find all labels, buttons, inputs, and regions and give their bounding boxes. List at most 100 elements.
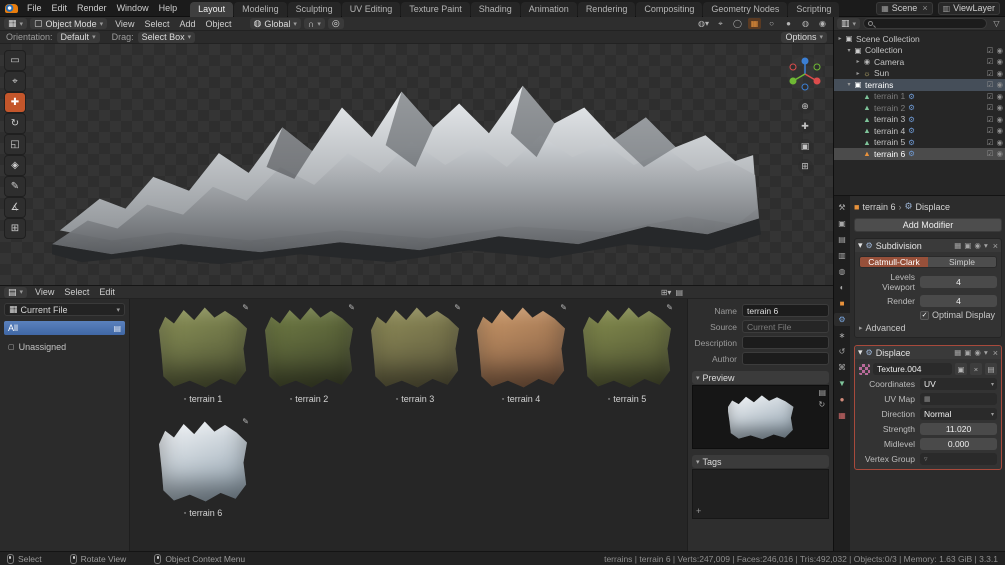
optimal-display-checkbox[interactable]: ✓ xyxy=(920,311,929,320)
new-texture-icon[interactable]: ▣ xyxy=(955,363,967,375)
outliner-row-camera[interactable]: ▸ ◉ Camera ☑◉ xyxy=(834,56,1005,68)
simple-button[interactable]: Simple xyxy=(928,257,996,267)
filter-icon[interactable]: ▤ xyxy=(675,288,683,297)
blender-logo-icon[interactable] xyxy=(5,4,18,13)
viewlayer-selector[interactable]: ▥ ViewLayer xyxy=(938,2,1000,15)
collapse-icon[interactable]: ▾ xyxy=(858,240,863,251)
workspace-tab-scripting[interactable]: Scripting xyxy=(788,2,839,17)
workspace-tab-rendering[interactable]: Rendering xyxy=(578,2,636,17)
modifier-wrench-icon[interactable]: ⚙ xyxy=(908,115,915,124)
modifier-wrench-icon[interactable]: ⚙ xyxy=(908,126,915,135)
render-visibility-icon[interactable]: ◉ xyxy=(996,69,1003,78)
tool-scale[interactable]: ◱ xyxy=(5,135,25,154)
workspace-tab-modeling[interactable]: Modeling xyxy=(234,2,287,17)
properties-tab-material[interactable]: ● xyxy=(834,393,850,406)
workspace-tab-texture-paint[interactable]: Texture Paint xyxy=(401,2,470,17)
close-icon[interactable]: × xyxy=(993,241,998,251)
properties-tab-scene[interactable]: ◍ xyxy=(834,265,850,278)
modifier-wrench-icon[interactable]: ⚙ xyxy=(908,138,915,147)
visibility-dropdown-icon[interactable]: ◍▾ xyxy=(697,18,710,29)
levels-viewport-field[interactable]: 4 xyxy=(920,276,997,288)
displace-header[interactable]: ▾ ⚙ Displace ▦ ▣ ◉ ▾ × xyxy=(855,346,1001,359)
modifier-wrench-icon[interactable]: ⚙ xyxy=(908,149,915,158)
realtime-toggle-icon[interactable]: ▣ xyxy=(964,241,971,250)
advanced-label[interactable]: Advanced xyxy=(866,323,906,333)
ortho-toggle-icon[interactable]: ⊞ xyxy=(798,159,813,174)
outliner-editor-select[interactable]: ▥▾ xyxy=(837,18,860,29)
workspace-tab-layout[interactable]: Layout xyxy=(190,2,233,17)
shading-solid-icon[interactable]: ● xyxy=(782,18,795,29)
viewport-canvas[interactable]: ▭⌖✚↻◱◈✎∡⊞ xyxy=(0,44,833,285)
tool-cursor[interactable]: ⌖ xyxy=(5,72,25,91)
modifier-wrench-icon[interactable]: ⚙ xyxy=(908,103,915,112)
scene-selector[interactable]: ▦ Scene × xyxy=(876,2,932,15)
orientation-select[interactable]: Default▾ xyxy=(57,32,100,43)
add-tag-icon[interactable]: + xyxy=(696,506,701,516)
direction-select[interactable]: Normal▾ xyxy=(920,408,997,420)
checkbox-icon[interactable]: ☑ xyxy=(987,126,994,135)
checkbox-icon[interactable]: ☑ xyxy=(987,80,994,89)
checkbox-icon[interactable]: ☑ xyxy=(987,92,994,101)
zoom-icon[interactable]: ⊕ xyxy=(798,99,813,114)
workspace-tab-sculpting[interactable]: Sculpting xyxy=(288,2,341,17)
camera-view-icon[interactable]: ▣ xyxy=(798,139,813,154)
asset-library-select[interactable]: ▦ Current File ▾ xyxy=(4,303,125,316)
catalog-all[interactable]: All ▤ xyxy=(4,321,125,335)
vertex-group-field[interactable]: ▿ xyxy=(920,453,997,465)
navigation-gizmo[interactable] xyxy=(785,54,825,94)
outliner-row-scene-collection[interactable]: ▸ ▣ Scene Collection xyxy=(834,33,1005,45)
tool-transform[interactable]: ◈ xyxy=(5,156,25,175)
properties-tab-physics[interactable]: ↺ xyxy=(834,345,850,358)
render-visibility-icon[interactable]: ◉ xyxy=(996,103,1003,112)
viewport-menu-add[interactable]: Add xyxy=(174,18,200,30)
properties-tab-world[interactable]: ◐ xyxy=(834,281,850,294)
outliner-row-terrain-6[interactable]: ▲ terrain 6 ⚙ ☑◉ xyxy=(834,148,1005,160)
workspace-tab-geometry-nodes[interactable]: Geometry Nodes xyxy=(703,2,787,17)
properties-tab-particles[interactable]: ∗ xyxy=(834,329,850,342)
viewport-menu-object[interactable]: Object xyxy=(200,18,236,30)
menu-window[interactable]: Window xyxy=(112,2,154,14)
properties-tab-constraints[interactable]: ⌘ xyxy=(834,361,850,374)
modifier-wrench-icon[interactable]: ⚙ xyxy=(908,92,915,101)
asset-author-field[interactable] xyxy=(742,352,829,365)
advanced-collapse-icon[interactable]: ▸ xyxy=(859,324,863,332)
checkbox-icon[interactable]: ☑ xyxy=(987,46,994,55)
asset-cell-terrain-6[interactable]: ✎ ▫ terrain 6 xyxy=(154,418,252,518)
preview-panel-header[interactable]: ▾ Preview xyxy=(692,371,829,384)
midlevel-field[interactable]: 0.000 xyxy=(920,438,997,450)
checkbox-icon[interactable]: ☑ xyxy=(987,57,994,66)
thumbnail-size-icon[interactable]: ⊞▾ xyxy=(661,288,672,297)
render-levels-field[interactable]: 4 xyxy=(920,295,997,307)
overlays-toggle-icon[interactable]: ◯ xyxy=(731,18,744,29)
viewport-menu-select[interactable]: Select xyxy=(139,18,174,30)
menu-file[interactable]: File xyxy=(22,2,47,14)
workspace-tab-shading[interactable]: Shading xyxy=(471,2,520,17)
disclosure-icon[interactable]: ▾ xyxy=(845,81,853,88)
menu-help[interactable]: Help xyxy=(154,2,183,14)
editor-type-select[interactable]: ▦▾ xyxy=(4,18,27,29)
asset-menu-edit[interactable]: Edit xyxy=(94,286,120,298)
gizmo-toggle-icon[interactable]: ⌖ xyxy=(714,18,727,29)
outliner-row-terrain-5[interactable]: ▲ terrain 5 ⚙ ☑◉ xyxy=(834,137,1005,149)
properties-tab-object-data[interactable]: ▼ xyxy=(834,377,850,390)
disclosure-icon[interactable]: ▸ xyxy=(854,70,862,77)
proportional-edit-toggle[interactable]: ◎ xyxy=(328,18,344,29)
disclosure-icon[interactable]: ▸ xyxy=(854,58,862,65)
tool-measure[interactable]: ∡ xyxy=(5,198,25,217)
menu-render[interactable]: Render xyxy=(72,2,112,14)
outliner-row-terrains[interactable]: ▾ ▣ terrains ☑◉ xyxy=(834,79,1005,91)
asset-description-field[interactable] xyxy=(742,336,829,349)
scene-unlink-icon[interactable]: × xyxy=(922,3,927,13)
outliner-row-terrain-3[interactable]: ▲ terrain 3 ⚙ ☑◉ xyxy=(834,114,1005,126)
outliner-filter-icon[interactable]: ▽ xyxy=(990,18,1003,29)
tool-select-box[interactable]: ▭ xyxy=(5,51,25,70)
checkbox-icon[interactable]: ☑ xyxy=(987,103,994,112)
properties-tab-view-layer[interactable]: ▥ xyxy=(834,249,850,262)
checkbox-icon[interactable]: ☑ xyxy=(987,115,994,124)
checkbox-icon[interactable]: ☑ xyxy=(987,138,994,147)
workspace-tab-compositing[interactable]: Compositing xyxy=(636,2,702,17)
shading-rendered-icon[interactable]: ◉ xyxy=(816,18,829,29)
drag-select[interactable]: Select Box▾ xyxy=(138,32,196,43)
disclosure-icon[interactable]: ▾ xyxy=(845,47,853,54)
tool-move[interactable]: ✚ xyxy=(5,93,25,112)
